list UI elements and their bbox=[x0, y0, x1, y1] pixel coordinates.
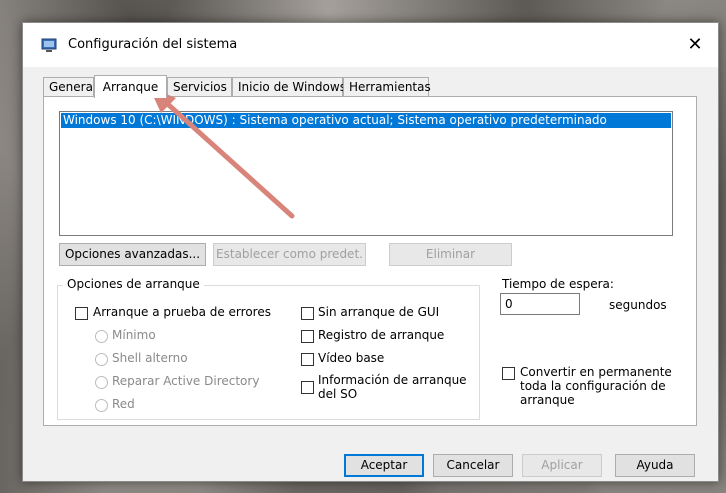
safe-boot-checkbox[interactable] bbox=[75, 307, 88, 320]
close-button[interactable]: ✕ bbox=[672, 23, 718, 67]
alternate-shell-radio[interactable] bbox=[95, 353, 108, 366]
no-gui-boot-checkbox[interactable] bbox=[301, 307, 314, 320]
system-configuration-dialog: Configuración del sistema ✕ General Arra… bbox=[22, 22, 719, 482]
boot-options-title: Opciones de arranque bbox=[63, 277, 204, 291]
set-default-button[interactable]: Establecer como predet. bbox=[213, 243, 366, 266]
window-title: Configuración del sistema bbox=[68, 37, 238, 52]
os-list-item[interactable]: Windows 10 (C:\WINDOWS) : Sistema operat… bbox=[61, 113, 671, 128]
minimal-radio[interactable] bbox=[95, 330, 108, 343]
boot-tab-panel: Windows 10 (C:\WINDOWS) : Sistema operat… bbox=[43, 96, 697, 426]
apply-button[interactable]: Aplicar bbox=[522, 454, 602, 477]
timeout-unit-label: segundos bbox=[609, 298, 667, 312]
os-boot-info-label: Información de arranque del SO bbox=[318, 373, 467, 401]
no-gui-boot-label: Sin arranque de GUI bbox=[318, 305, 440, 319]
boot-log-checkbox[interactable] bbox=[301, 330, 314, 343]
ok-button[interactable]: Aceptar bbox=[344, 454, 424, 477]
minimal-label: Mínimo bbox=[112, 328, 156, 342]
close-icon: ✕ bbox=[687, 34, 703, 55]
make-permanent-label: Convertir en permanente toda la configur… bbox=[520, 365, 672, 407]
cancel-button[interactable]: Cancelar bbox=[433, 454, 513, 477]
title-bar[interactable]: Configuración del sistema ✕ bbox=[23, 23, 718, 67]
tab-services[interactable]: Servicios bbox=[167, 77, 232, 96]
os-list[interactable]: Windows 10 (C:\WINDOWS) : Sistema operat… bbox=[59, 111, 673, 236]
advanced-options-button[interactable]: Opciones avanzadas... bbox=[59, 243, 206, 266]
timeout-label: Tiempo de espera: bbox=[502, 277, 614, 291]
msconfig-icon bbox=[41, 38, 57, 52]
boot-log-label: Registro de arranque bbox=[318, 328, 445, 342]
ad-repair-radio[interactable] bbox=[95, 376, 108, 389]
network-label: Red bbox=[112, 397, 135, 411]
network-radio[interactable] bbox=[95, 399, 108, 412]
tab-windows-startup[interactable]: Inicio de Windows bbox=[232, 77, 346, 96]
tab-boot[interactable]: Arranque bbox=[94, 75, 167, 98]
help-button[interactable]: Ayuda bbox=[615, 454, 695, 477]
base-video-label: Vídeo base bbox=[318, 351, 385, 365]
os-boot-info-checkbox[interactable] bbox=[301, 381, 314, 394]
tab-general[interactable]: General bbox=[43, 77, 96, 96]
timeout-input[interactable]: 0 bbox=[500, 293, 580, 315]
delete-button[interactable]: Eliminar bbox=[389, 243, 512, 266]
alternate-shell-label: Shell alterno bbox=[112, 351, 188, 365]
ad-repair-label: Reparar Active Directory bbox=[112, 374, 260, 388]
base-video-checkbox[interactable] bbox=[301, 353, 314, 366]
safe-boot-label: Arranque a prueba de errores bbox=[93, 305, 271, 319]
tab-tools[interactable]: Herramientas bbox=[343, 77, 431, 96]
make-permanent-checkbox[interactable] bbox=[502, 367, 515, 380]
